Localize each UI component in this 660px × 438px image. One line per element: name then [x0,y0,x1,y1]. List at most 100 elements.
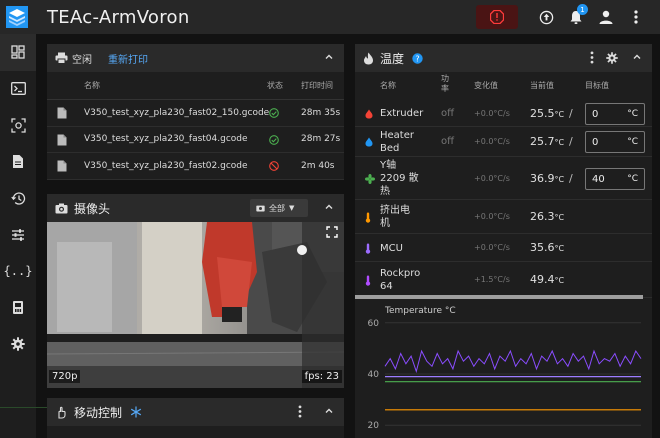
camera-small-icon [256,205,265,212]
temp-current-unit: °C [554,213,565,222]
job-row[interactable]: V350_test_xyz_pla230_fast02.gcode 2m 40s [47,153,344,180]
temp-row: Heater Bed off +0.0°C/s 25.7°C/0 °C [355,127,652,157]
camera-icon [55,203,68,213]
main-menu-button[interactable] [622,3,650,31]
gear-icon[interactable] [606,52,618,64]
code-braces-icon: {..} [3,264,33,279]
dots-vertical-icon[interactable] [298,405,302,418]
temp-target-input[interactable]: 0 °C [585,103,645,125]
temp-current-value: 35.6 [530,241,555,254]
temp-current: 36.9°C [530,172,564,185]
sidebar-item-tune[interactable] [0,217,36,254]
webcam-resolution: 720p [49,370,81,383]
sidebar-item-macros[interactable]: {..} [0,253,36,290]
move-hand-icon [58,406,66,419]
temp-current: 35.6°C [530,241,564,254]
sidebar-item-history[interactable] [0,180,36,217]
job-row[interactable]: V350_test_xyz_pla230_fast04.gcode 28m 27s [47,127,344,153]
col-status: 状态 [267,81,283,90]
temp-current-unit: °C [554,276,565,285]
svg-text:?: ? [415,54,419,63]
help-circle-icon[interactable]: ? [412,52,423,64]
temp-current-value: 26.3 [530,210,555,223]
webcam-select[interactable]: 全部 ▼ [250,199,308,217]
motion-control-header: 移动控制 [47,398,344,426]
account-button[interactable] [592,3,620,31]
thermometer-icon [365,275,371,289]
chevron-up-icon[interactable] [324,202,334,212]
motion-control-title: 移动控制 [74,405,123,420]
sidebar-item-webcam[interactable] [0,107,36,144]
temp-target-value: 40 [592,173,605,185]
webcam-image [47,222,344,388]
account-icon [599,10,613,24]
chevron-up-icon[interactable] [324,52,334,62]
file-document-icon [13,155,23,169]
sidebar-item-system[interactable] [0,290,36,327]
job-row[interactable]: V350_test_xyz_pla230_fast02_150.gcode 28m… [47,100,344,127]
webcam-card: 摄像头 全部 ▼ 720p fps: 23 [47,194,344,388]
temp-target-value: 0 [592,108,599,120]
temp-sensor-name: 挤出电 机 [380,205,410,229]
update-button[interactable] [532,3,560,31]
snowflake-icon[interactable] [130,406,142,418]
dashboard-icon [11,45,25,59]
webcam-select-value: 全部 [269,203,285,213]
temp-rate: +0.0°C/s [474,174,510,183]
temperature-header: 温度 ? [355,44,652,72]
temperature-table: 名称 功 率 变化值 当前值 目标值 Extruder off +0.0°C/s 25… [355,72,652,298]
temp-target-input[interactable]: 40 °C [585,168,645,190]
notification-badge: 1 [577,4,588,15]
print-status-card: 空闲 重新打印 名称 状态 打印时间 V350_test_xyz_pla230_… [47,44,344,180]
temp-sensor-name: MCU [380,243,403,254]
jobs-table-header: 名称 状态 打印时间 [47,72,344,100]
tune-icon [12,228,24,241]
fullscreen-icon[interactable] [326,226,338,238]
temp-separator: / [569,107,573,120]
temp-row: 挤出电 机 +0.0°C/s 26.3°C [355,200,652,234]
sidebar-item-console[interactable] [0,71,36,108]
temperature-chart-svg: Temperature °C 60 40 20 [355,300,652,438]
chevron-up-icon[interactable] [632,52,642,62]
emergency-stop-button[interactable] [476,5,518,29]
webcam-fps: fps: 23 [301,370,342,383]
notifications-button[interactable]: 1 [562,3,590,31]
webcam-stream[interactable]: 720p fps: 23 [47,222,344,388]
caret-down-icon: ▼ [289,204,295,212]
temp-rate: +0.0°C/s [474,243,510,252]
temp-current-unit: °C [554,110,565,119]
console-icon [10,82,26,96]
col-print-time: 打印时间 [301,81,333,90]
col-temp-rate: 变化值 [474,81,498,90]
temperature-card: 温度 ? 名称 功 率 变化值 当前值 目标值 Extruder off +0.0° [355,44,652,438]
temp-sensor-name: Heater Bed [380,130,414,154]
sidebar-item-settings[interactable] [0,326,36,363]
job-filename: V350_test_xyz_pla230_fast04.gcode [84,134,248,145]
print-status-label: 空闲 [72,54,92,66]
stacked-layers-logo-icon[interactable] [0,0,34,34]
temp-separator: / [569,135,573,148]
chevron-up-icon[interactable] [324,406,334,416]
memory-card-icon [13,301,23,315]
file-icon [57,107,67,119]
temp-current-unit: °C [554,175,565,184]
chart-y-tick-label: 40 [368,370,380,380]
temp-target-unit: °C [627,109,638,119]
temp-rate: +0.0°C/s [474,109,510,118]
sidebar-item-files[interactable] [0,144,36,181]
dots-vertical-icon[interactable] [590,51,594,64]
temperature-chart: Temperature °C 60 40 20 [355,300,652,438]
horizontal-scrollbar[interactable] [355,295,643,299]
col-temp-power: 功 率 [441,74,449,93]
job-filename: V350_test_xyz_pla230_fast02.gcode [84,160,248,171]
temp-current-unit: °C [554,138,565,147]
reprint-button[interactable]: 重新打印 [108,51,148,66]
temp-target-input[interactable]: 0 °C [585,131,645,153]
heater-drop-icon [365,137,373,150]
printer-icon [55,52,68,64]
sidebar-item-dashboard[interactable] [0,34,36,71]
temp-current: 25.5°C [530,107,564,120]
temp-row: Extruder off +0.0°C/s 25.5°C/0 °C [355,100,652,127]
temp-current: 25.7°C [530,135,564,148]
sidebar: {..} [0,34,36,438]
